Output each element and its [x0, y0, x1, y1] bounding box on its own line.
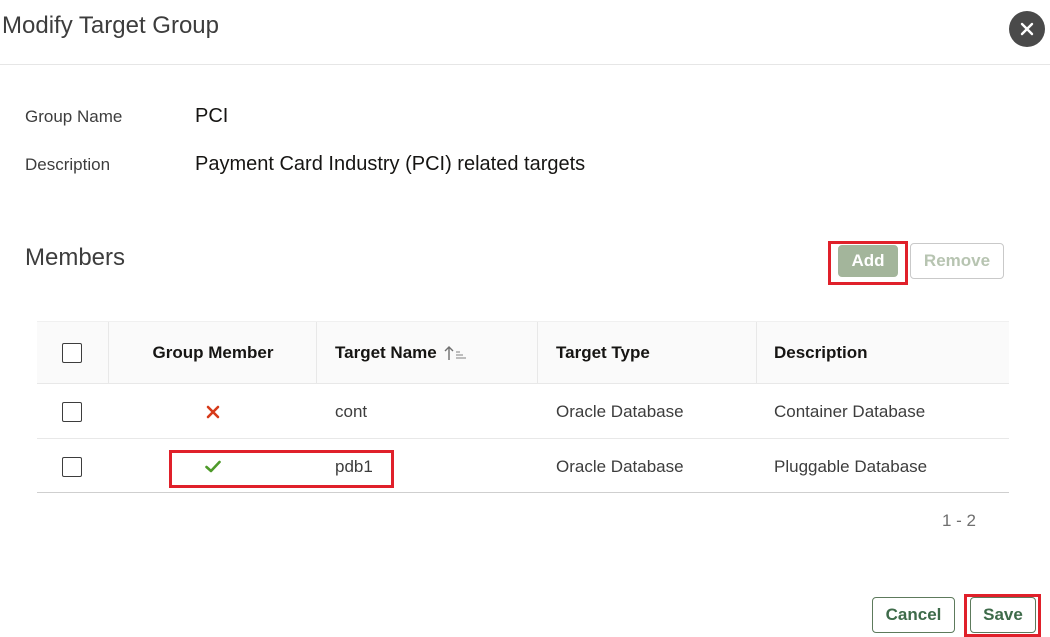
cancel-button[interactable]: Cancel	[872, 597, 955, 633]
target-name-cell: pdb1	[335, 456, 373, 476]
column-divider	[756, 322, 757, 384]
remove-button[interactable]: Remove	[910, 243, 1004, 279]
cross-icon	[206, 405, 220, 418]
sort-ascending-icon[interactable]	[443, 344, 467, 362]
members-title: Members	[25, 244, 126, 271]
column-header-target-name[interactable]: Target Name	[335, 322, 467, 384]
select-all-cell	[62, 322, 82, 384]
row-checkbox[interactable]	[62, 401, 82, 422]
description-label: Description	[25, 155, 111, 174]
description-value: Payment Card Industry (PCI) related targ…	[195, 153, 586, 175]
row-checkbox[interactable]	[62, 456, 82, 477]
add-button[interactable]: Add	[838, 245, 898, 277]
column-header-target-type[interactable]: Target Type	[556, 322, 650, 384]
column-header-description[interactable]: Description	[774, 322, 868, 384]
group-member-cell	[109, 384, 317, 439]
group-name-label: Group Name	[25, 107, 123, 126]
save-button[interactable]: Save	[970, 597, 1036, 633]
table-row[interactable]: cont Oracle Database Container Database	[37, 383, 1009, 438]
target-type-cell: Oracle Database	[556, 456, 684, 476]
description-cell: Pluggable Database	[774, 456, 928, 476]
description-cell: Container Database	[774, 401, 926, 421]
select-all-checkbox[interactable]	[62, 343, 82, 363]
close-icon	[1020, 22, 1034, 36]
column-divider	[537, 322, 538, 384]
target-name-cell: cont	[335, 401, 368, 421]
members-table: Group Member Target Name Target Type Des…	[37, 321, 1009, 493]
row-select-cell	[62, 439, 82, 494]
target-type-cell: Oracle Database	[556, 401, 684, 421]
column-header-group-member[interactable]: Group Member	[109, 322, 317, 384]
table-header: Group Member Target Name Target Type Des…	[37, 321, 1009, 384]
column-header-target-name-label: Target Name	[335, 343, 437, 362]
dialog-title: Modify Target Group	[2, 12, 219, 39]
header-divider	[0, 64, 1050, 65]
pagination-range: 1 - 2	[942, 511, 977, 530]
row-select-cell	[62, 384, 82, 439]
check-icon	[205, 460, 221, 473]
group-name-value: PCI	[195, 105, 229, 127]
close-button[interactable]	[1009, 11, 1045, 47]
table-row[interactable]: pdb1 Oracle Database Pluggable Database	[37, 438, 1009, 493]
column-divider	[316, 322, 317, 384]
group-member-cell	[109, 439, 317, 494]
